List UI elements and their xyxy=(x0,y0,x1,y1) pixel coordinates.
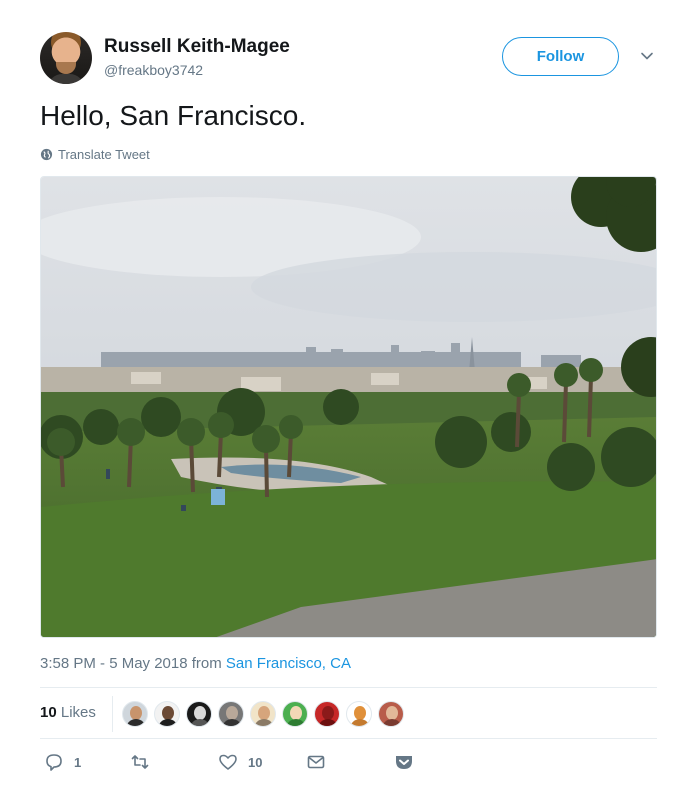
liker-avatar[interactable] xyxy=(346,701,372,727)
tweet-actions: 1 10 xyxy=(40,752,657,776)
retweet-button[interactable] xyxy=(130,752,150,772)
pocket-icon xyxy=(396,756,412,769)
retweet-icon xyxy=(131,755,149,769)
reply-count: 1 xyxy=(74,754,82,770)
tweet-location[interactable]: San Francisco, CA xyxy=(226,655,351,672)
liker-avatar[interactable] xyxy=(314,701,340,727)
liker-avatar[interactable] xyxy=(218,701,244,727)
pocket-button[interactable] xyxy=(394,752,414,772)
avatar-shirt xyxy=(48,74,84,84)
follow-button[interactable]: Follow xyxy=(502,37,619,76)
like-button[interactable]: 10 xyxy=(218,752,262,772)
liker-avatar[interactable] xyxy=(250,701,276,727)
translate-tweet-link[interactable]: Translate Tweet xyxy=(40,147,150,162)
translate-label: Translate Tweet xyxy=(58,147,150,162)
liker-avatar[interactable] xyxy=(122,701,148,727)
chevron-down-icon[interactable] xyxy=(639,48,655,64)
divider xyxy=(40,687,657,688)
tweet-time-date[interactable]: 3:58 PM - 5 May 2018 from xyxy=(40,655,226,672)
stats-divider xyxy=(112,696,113,732)
mail-icon xyxy=(307,755,325,769)
likes-stat[interactable]: 10 Likes xyxy=(40,704,96,721)
tweet-photo[interactable] xyxy=(40,176,657,638)
globe-icon xyxy=(40,148,53,161)
likes-label: Likes xyxy=(56,704,96,721)
liker-avatar[interactable] xyxy=(282,701,308,727)
liker-avatar[interactable] xyxy=(186,701,212,727)
heart-icon xyxy=(219,754,237,770)
divider xyxy=(40,738,657,739)
author-name[interactable]: Russell Keith-Magee xyxy=(104,36,290,58)
reply-icon xyxy=(46,754,62,771)
reply-button[interactable]: 1 xyxy=(44,752,81,772)
author-avatar[interactable] xyxy=(40,32,92,84)
direct-message-button[interactable] xyxy=(306,752,326,772)
likers-avatars xyxy=(122,701,404,727)
liker-avatar[interactable] xyxy=(378,701,404,727)
park-photo xyxy=(41,177,656,637)
avatar-beard xyxy=(56,62,76,74)
tweet-timestamp[interactable]: 3:58 PM - 5 May 2018 from San Francisco,… xyxy=(40,655,351,672)
author-handle[interactable]: @freakboy3742 xyxy=(104,62,203,78)
like-count: 10 xyxy=(248,754,263,770)
liker-avatar[interactable] xyxy=(154,701,180,727)
tweet-text: Hello, San Francisco. xyxy=(40,100,307,131)
likes-number: 10 xyxy=(40,704,57,721)
